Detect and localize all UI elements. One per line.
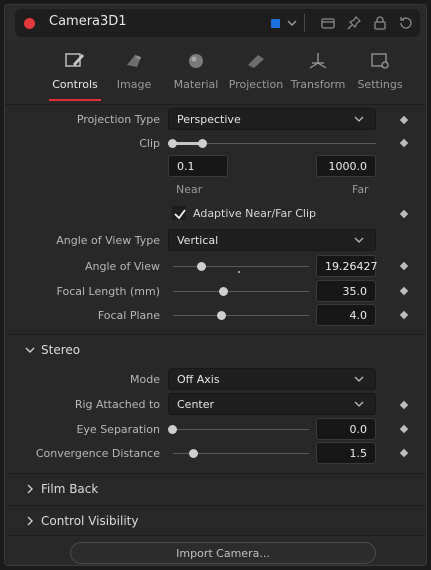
focal-length-label: Focal Length (mm) [56,285,160,298]
stereo-section-header[interactable]: Stereo [5,334,426,364]
tab-controls-label: Controls [52,78,98,91]
focal-plane-keyframe[interactable] [399,310,409,320]
image-icon [127,55,141,67]
tab-projection[interactable]: Projection [227,51,285,101]
aov-type-label: Angle of View Type [56,234,160,247]
convergence-distance-keyframe[interactable] [399,448,409,458]
control-visibility-section-header[interactable]: Control Visibility [5,505,426,535]
chevron-down-icon [354,237,364,243]
projection-type-dropdown[interactable]: Perspective [168,108,376,130]
clip-label: Clip [139,137,160,150]
film-back-section-header[interactable]: Film Back [5,473,426,503]
aov-field[interactable]: 19.26427 [316,255,378,277]
focal-plane-slider-handle[interactable] [217,311,226,320]
eye-separation-keyframe[interactable] [399,424,409,434]
tool-name[interactable]: Camera3D1 [49,14,127,29]
control-visibility-section-title: Control Visibility [41,514,139,528]
tab-material-label: Material [173,78,219,91]
chevron-right-icon [27,484,33,494]
tool-enable-toggle[interactable] [24,18,35,29]
tab-image-label: Image [116,78,152,91]
active-tab-indicator [49,99,101,101]
eye-separation-slider-handle[interactable] [168,425,177,434]
adaptive-clip-checkbox[interactable] [172,206,186,220]
focal-length-keyframe[interactable] [399,286,409,296]
tool-color-swatch[interactable] [271,19,280,28]
aov-label: Angle of View [84,260,160,273]
tab-projection-label: Projection [228,78,284,91]
focal-length-slider-handle[interactable] [219,287,228,296]
stereo-section-title: Stereo [41,343,81,357]
controls-icon [65,53,84,67]
clip-range-fill [173,142,201,145]
lock-icon[interactable] [372,15,388,31]
inspector-panel: Camera3D1 Controls Image Material Projec… [4,4,427,566]
chevron-down-icon [25,347,35,353]
reset-icon[interactable] [398,15,414,31]
rig-attached-keyframe[interactable] [399,400,409,410]
focal-length-slider-track[interactable] [173,291,309,292]
settings-icon [371,53,389,69]
clip-far-field[interactable]: 1000.0 [316,155,376,177]
pin-icon[interactable] [346,15,362,31]
chevron-down-icon [354,401,364,407]
versions-icon[interactable] [320,15,336,31]
clip-near-caption: Near [176,183,203,196]
tab-settings-label: Settings [357,78,403,91]
film-back-section-title: Film Back [41,482,99,496]
tab-image[interactable]: Image [111,51,157,101]
stereo-mode-value: Off Axis [177,373,220,386]
rig-attached-dropdown[interactable]: Center [168,393,376,415]
focal-length-field[interactable]: 35.0 [316,280,376,302]
chevron-down-icon [354,116,364,122]
adaptive-clip-keyframe[interactable] [399,209,409,219]
adaptive-clip-label: Adaptive Near/Far Clip [193,207,316,220]
projection-icon [248,55,264,68]
transform-icon [309,53,327,69]
tab-transform[interactable]: Transform [287,51,349,101]
stereo-mode-label: Mode [130,373,160,386]
aov-slider-handle[interactable] [197,262,206,271]
eye-separation-label: Eye Separation [76,423,160,436]
projection-type-value: Perspective [177,113,241,126]
projection-type-keyframe[interactable] [399,115,409,125]
clip-keyframe[interactable] [399,138,409,148]
aov-keyframe[interactable] [399,261,409,271]
convergence-distance-field[interactable]: 1.5 [316,442,376,464]
clip-far-handle[interactable] [198,139,207,148]
focal-plane-slider-track[interactable] [173,315,309,316]
rig-attached-value: Center [177,398,215,411]
tab-settings[interactable]: Settings [355,51,405,101]
inspector-tabs: Controls Image Material Projection Trans… [5,41,426,105]
material-icon [189,54,203,68]
aov-slider-track[interactable] [173,266,309,267]
focal-plane-label: Focal Plane [97,309,160,322]
stereo-mode-dropdown[interactable]: Off Axis [168,368,376,390]
convergence-distance-label: Convergence Distance [35,447,160,460]
eye-separation-field[interactable]: 0.0 [316,418,376,440]
aov-default-marker [238,271,240,273]
checkmark-icon [174,209,186,220]
chevron-down-icon [354,376,364,382]
convergence-slider-handle[interactable] [189,449,198,458]
tab-controls[interactable]: Controls [47,51,103,101]
aov-type-dropdown[interactable]: Vertical [168,229,376,251]
aov-type-value: Vertical [177,234,219,247]
chevron-down-icon[interactable] [284,15,300,31]
clip-near-handle[interactable] [168,139,177,148]
chevron-right-icon [27,516,33,526]
eye-separation-slider-track[interactable] [173,429,309,430]
tool-header: Camera3D1 [5,5,426,41]
tab-transform-label: Transform [290,78,346,91]
header-divider [304,14,305,32]
import-camera-button[interactable]: Import Camera... [70,542,376,564]
projection-type-label: Projection Type [76,113,160,126]
focal-plane-field[interactable]: 4.0 [316,304,376,326]
clip-far-caption: Far [352,183,369,196]
clip-near-field[interactable]: 0.1 [168,155,228,177]
tab-material[interactable]: Material [168,51,224,101]
rig-attached-label: Rig Attached to [74,398,160,411]
